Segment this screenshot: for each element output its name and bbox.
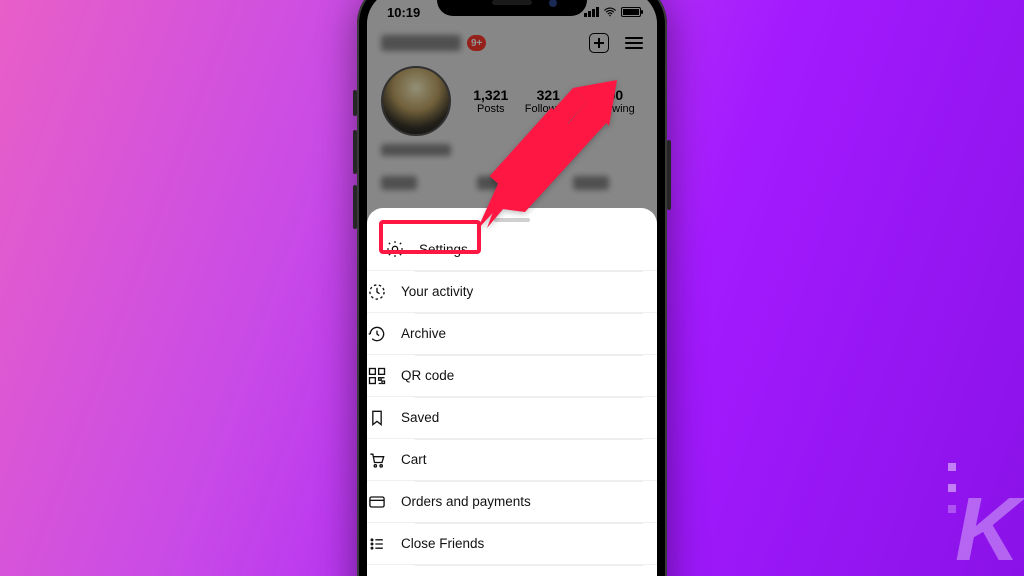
phone-power-button — [667, 140, 671, 210]
menu-item-qr-code[interactable]: QR code — [367, 354, 657, 396]
menu-item-your-activity[interactable]: Your activity — [367, 270, 657, 312]
menu-item-label: Close Friends — [401, 536, 484, 551]
phone-notch — [437, 0, 587, 16]
menu-item-orders-payments[interactable]: Orders and payments — [367, 480, 657, 522]
qr-icon — [367, 366, 387, 386]
history-icon — [367, 324, 387, 344]
bookmark-icon — [367, 408, 387, 428]
menu-item-archive[interactable]: Archive — [367, 312, 657, 354]
menu-item-label: Cart — [401, 452, 427, 467]
menu-list: Settings Your activity Archive — [367, 228, 657, 576]
menu-item-label: Your activity — [401, 284, 473, 299]
menu-item-label: Saved — [401, 410, 439, 425]
menu-item-saved[interactable]: Saved — [367, 396, 657, 438]
menu-item-cart[interactable]: Cart — [367, 438, 657, 480]
card-icon — [367, 492, 387, 512]
watermark-logo: K — [955, 479, 1016, 576]
gear-icon — [385, 239, 405, 259]
phone-volume-up — [353, 130, 357, 174]
phone-silence-switch — [353, 90, 357, 116]
list-icon — [367, 534, 387, 554]
menu-item-label: Archive — [401, 326, 446, 341]
menu-item-settings[interactable]: Settings — [367, 228, 657, 270]
sheet-grabber[interactable] — [494, 218, 530, 222]
stage: K 10:19 9+ — [0, 0, 1024, 576]
phone-frame: 10:19 9+ — [357, 0, 667, 576]
phone-screen: 10:19 9+ — [367, 0, 657, 576]
menu-item-label: Settings — [419, 242, 468, 257]
menu-item-close-friends[interactable]: Close Friends — [367, 522, 657, 564]
menu-item-label: Orders and payments — [401, 494, 531, 509]
hamburger-menu-sheet: Settings Your activity Archive — [367, 208, 657, 576]
activity-icon — [367, 282, 387, 302]
cart-icon — [367, 450, 387, 470]
phone-volume-down — [353, 185, 357, 229]
menu-item-label: QR code — [401, 368, 454, 383]
menu-item-favorites[interactable]: Favorites — [367, 564, 657, 576]
